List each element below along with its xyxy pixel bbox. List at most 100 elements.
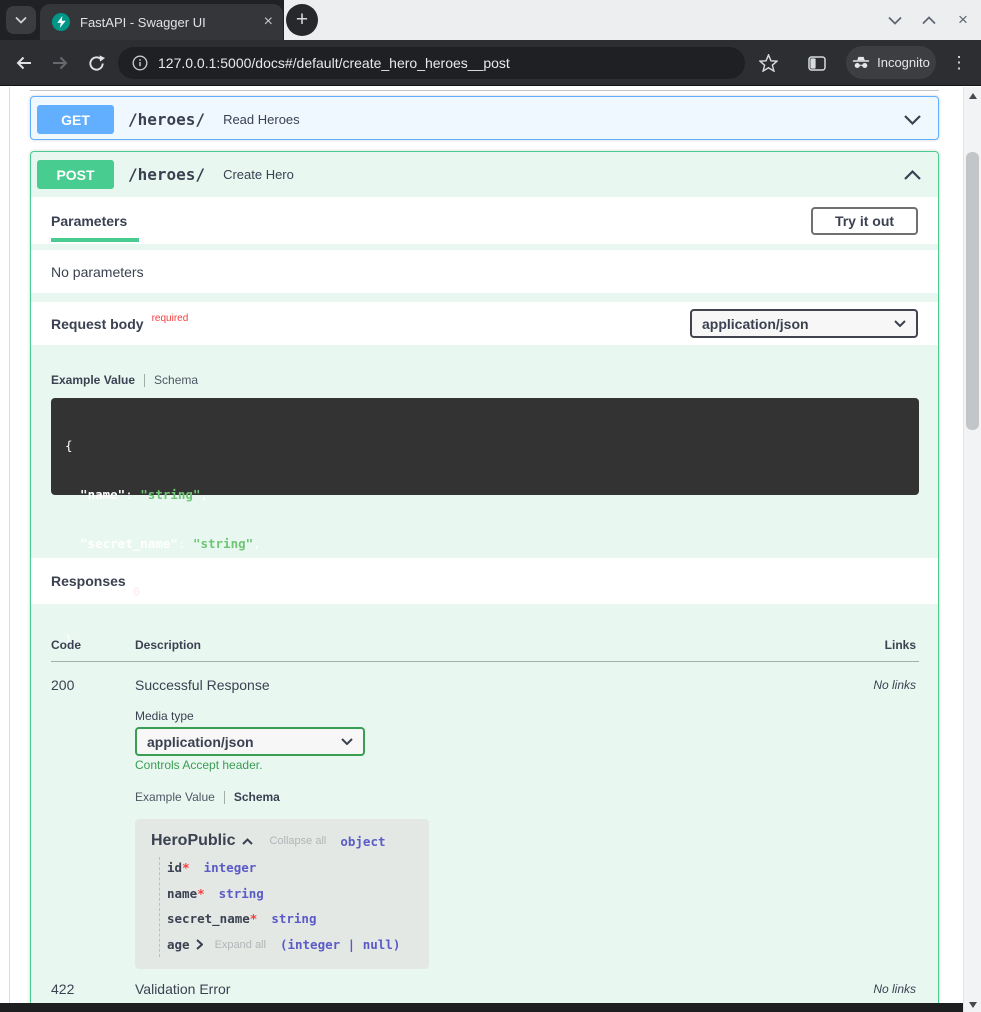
column-header-links: Links bbox=[885, 638, 916, 654]
try-it-out-button[interactable]: Try it out bbox=[811, 207, 918, 235]
chevron-down-icon bbox=[341, 738, 353, 745]
tab-schema[interactable]: Schema bbox=[154, 373, 198, 387]
back-button[interactable] bbox=[13, 52, 35, 74]
column-header-code: Code bbox=[51, 638, 81, 654]
window-maximize-icon[interactable] bbox=[919, 10, 939, 30]
url-text[interactable]: 127.0.0.1:5000/docs#/default/create_hero… bbox=[158, 55, 510, 71]
scroll-up-arrow[interactable] bbox=[969, 93, 977, 99]
response-200-description: Successful Response bbox=[135, 677, 270, 693]
tab-divider bbox=[144, 374, 145, 387]
parameters-title: Parameters bbox=[51, 213, 127, 229]
response-422-description: Validation Error bbox=[135, 981, 230, 997]
model-toggle[interactable]: HeroPublic Collapse all object bbox=[151, 829, 386, 853]
table-header-underline bbox=[51, 661, 919, 662]
get-path: /heroes/ bbox=[128, 110, 205, 129]
post-path: /heroes/ bbox=[128, 165, 205, 184]
post-summary-text: Create Hero bbox=[223, 167, 294, 182]
request-body-media-type-select[interactable]: application/json bbox=[690, 309, 918, 338]
get-method-badge: GET bbox=[37, 105, 114, 134]
section-divider bbox=[30, 90, 939, 91]
forward-button[interactable] bbox=[49, 52, 71, 74]
incognito-icon bbox=[852, 56, 870, 69]
column-header-description: Description bbox=[135, 638, 201, 654]
chevron-up-icon[interactable] bbox=[242, 838, 253, 845]
schema-property-row-age: age Expand all (integer | null) bbox=[167, 936, 400, 953]
site-info-icon[interactable] bbox=[132, 55, 148, 71]
tab-divider bbox=[224, 791, 225, 804]
opblock-post-heroes: POST /heroes/ Create Hero Parameters Try… bbox=[30, 151, 939, 1003]
schema-property-row: name* string bbox=[167, 885, 264, 902]
chevron-right-icon[interactable] bbox=[196, 939, 203, 950]
expand-all-hint: Expand all bbox=[215, 939, 266, 951]
browser-tab[interactable]: FastAPI - Swagger UI × bbox=[40, 4, 283, 40]
request-example-tabs: Example Value Schema bbox=[51, 372, 198, 388]
bookmark-star-icon[interactable] bbox=[757, 52, 779, 74]
schema-property-row: secret_name* string bbox=[167, 910, 316, 927]
no-parameters-row: No parameters bbox=[31, 250, 938, 293]
code-line: "name": "string", bbox=[65, 487, 905, 503]
scroll-down-arrow[interactable] bbox=[969, 1002, 977, 1008]
response-media-type-value: application/json bbox=[147, 734, 254, 750]
address-bar[interactable]: 127.0.0.1:5000/docs#/default/create_hero… bbox=[118, 47, 745, 79]
collapse-all-hint: Collapse all bbox=[269, 835, 326, 847]
model-type: object bbox=[340, 834, 385, 849]
chevron-down-icon bbox=[15, 16, 27, 24]
chevron-down-icon bbox=[894, 320, 906, 327]
no-parameters-text: No parameters bbox=[51, 264, 144, 280]
code-line: "secret_name": "string", bbox=[65, 536, 905, 552]
request-body-header: Request body required application/json bbox=[31, 302, 938, 345]
response-media-type-select[interactable]: application/json bbox=[135, 727, 365, 756]
schema-model-box: HeroPublic Collapse all object id* integ… bbox=[135, 819, 429, 969]
browser-window: FastAPI - Swagger UI × + × 127.0.0.1:500… bbox=[0, 0, 981, 1012]
media-type-label: Media type bbox=[135, 709, 194, 723]
window-controls: × bbox=[885, 0, 973, 40]
response-example-tabs: Example Value Schema bbox=[135, 789, 280, 805]
response-code-422: 422 bbox=[51, 981, 74, 997]
tab-example-value[interactable]: Example Value bbox=[135, 790, 215, 804]
incognito-label: Incognito bbox=[877, 55, 930, 70]
responses-header: Responses bbox=[31, 558, 938, 604]
code-line: { bbox=[65, 438, 905, 454]
opblock-get-heroes: GET /heroes/ Read Heroes bbox=[30, 96, 939, 140]
property-guide-line bbox=[159, 857, 160, 957]
tab-strip: FastAPI - Swagger UI × + × bbox=[0, 0, 981, 40]
tab-schema[interactable]: Schema bbox=[234, 790, 280, 804]
parameters-header: Parameters Try it out bbox=[31, 197, 938, 244]
fastapi-favicon-icon bbox=[52, 13, 70, 31]
incognito-badge[interactable]: Incognito bbox=[846, 46, 936, 79]
opblock-post-summary[interactable]: POST /heroes/ Create Hero bbox=[31, 152, 938, 197]
accept-header-note: Controls Accept header. bbox=[135, 758, 262, 772]
tab-example-value[interactable]: Example Value bbox=[51, 373, 135, 387]
request-body-title: Request body bbox=[51, 316, 144, 332]
tab-search-button[interactable] bbox=[6, 6, 36, 34]
scrollbar-thumb[interactable] bbox=[966, 152, 979, 430]
model-name: HeroPublic bbox=[151, 832, 235, 850]
responses-title: Responses bbox=[51, 573, 126, 589]
get-summary-text: Read Heroes bbox=[223, 112, 300, 127]
tab-title: FastAPI - Swagger UI bbox=[80, 15, 256, 30]
response-200-links: No links bbox=[873, 678, 916, 692]
opblock-get-summary[interactable]: GET /heroes/ Read Heroes bbox=[31, 97, 938, 142]
browser-toolbar: 127.0.0.1:5000/docs#/default/create_hero… bbox=[0, 40, 981, 86]
side-panel-icon[interactable] bbox=[806, 52, 828, 74]
menu-dots-icon[interactable]: ⋮ bbox=[948, 52, 970, 74]
schema-property-row: id* integer bbox=[167, 859, 256, 876]
tab-close-icon[interactable]: × bbox=[264, 14, 273, 30]
example-json-code: { "name": "string", "secret_name": "stri… bbox=[51, 398, 919, 495]
swagger-page: GET /heroes/ Read Heroes POST /heroes/ C… bbox=[0, 87, 963, 1003]
window-close-icon[interactable]: × bbox=[953, 10, 973, 30]
page-left-edge bbox=[9, 87, 10, 1003]
scrollbar[interactable] bbox=[963, 87, 981, 1012]
response-422-links: No links bbox=[873, 982, 916, 996]
post-method-badge: POST bbox=[37, 160, 114, 189]
request-body-media-type-value: application/json bbox=[702, 316, 809, 332]
collapse-arrow-icon[interactable] bbox=[903, 169, 922, 181]
response-code-200: 200 bbox=[51, 677, 74, 693]
new-tab-button[interactable]: + bbox=[286, 4, 318, 36]
parameters-tab-underline bbox=[51, 238, 139, 242]
required-label: required bbox=[152, 313, 189, 324]
window-minimize-icon[interactable] bbox=[885, 10, 905, 30]
reload-button[interactable] bbox=[85, 52, 107, 74]
expand-arrow-icon[interactable] bbox=[903, 114, 922, 126]
window-bottom-edge bbox=[0, 1003, 963, 1012]
